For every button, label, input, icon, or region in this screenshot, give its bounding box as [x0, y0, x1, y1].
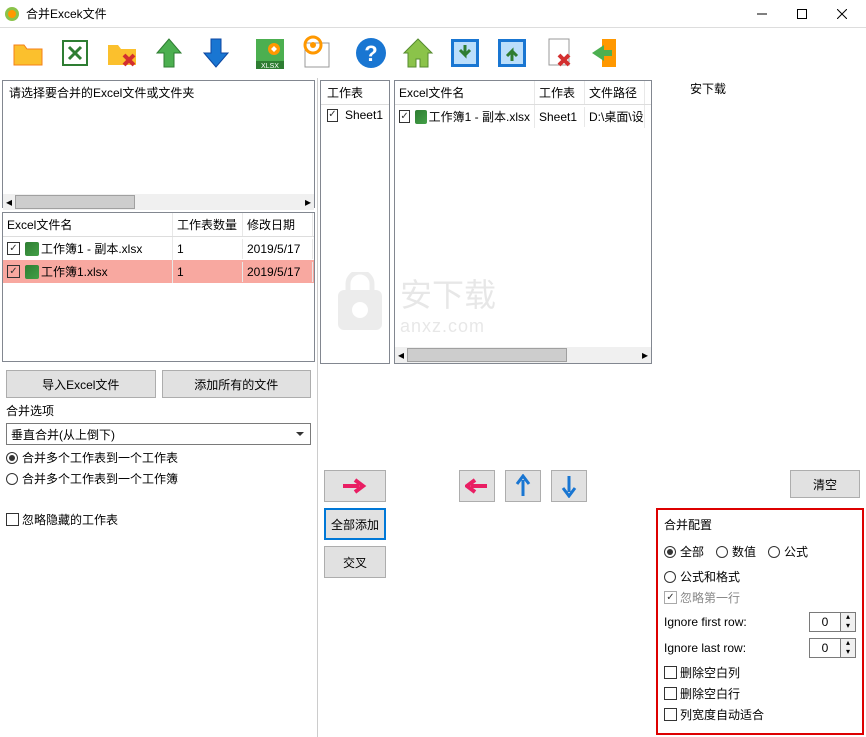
- table-row[interactable]: 工作簿1.xlsx 1 2019/5/17: [3, 260, 314, 283]
- move-up-button[interactable]: [505, 470, 541, 502]
- col-path[interactable]: 文件路径: [585, 81, 645, 104]
- move-down-button[interactable]: [551, 470, 587, 502]
- spinner-down-icon[interactable]: ▾: [841, 648, 855, 657]
- import-excel-button[interactable]: 导入Excel文件: [6, 370, 156, 398]
- home-button[interactable]: [396, 31, 440, 75]
- maximize-button[interactable]: [782, 1, 822, 27]
- col-date[interactable]: 修改日期: [243, 213, 313, 236]
- svg-text:?: ?: [364, 41, 377, 66]
- import-down-button[interactable]: [443, 31, 487, 75]
- spinner-down-icon[interactable]: ▾: [841, 622, 855, 631]
- excel-icon: [25, 265, 39, 279]
- sheet-list-panel: 工作表 Sheet1: [320, 80, 390, 364]
- table-row[interactable]: 工作簿1 - 副本.xlsx 1 2019/5/17: [3, 237, 314, 260]
- remove-button[interactable]: [459, 470, 495, 502]
- merge-to-workbook-radio[interactable]: 合并多个工作表到一个工作簿: [6, 470, 311, 487]
- ignore-first-line-checkbox[interactable]: 忽略第一行: [664, 589, 856, 606]
- clear-button[interactable]: 清空: [790, 470, 860, 498]
- config-formula-radio[interactable]: 公式: [768, 543, 808, 560]
- download-label: 安下载: [690, 80, 726, 97]
- merge-direction-select[interactable]: 垂直合并(从上倒下): [6, 423, 311, 445]
- open-folder-button[interactable]: [6, 31, 50, 75]
- file-table: Excel文件名 工作表数量 修改日期 工作簿1 - 副本.xlsx 1 201…: [2, 212, 315, 362]
- convert-xlsx-button[interactable]: XLSX: [248, 31, 292, 75]
- col-filename[interactable]: Excel文件名: [395, 81, 535, 104]
- settings-button[interactable]: [295, 31, 339, 75]
- table-row[interactable]: 工作簿1 - 副本.xlsx Sheet1 D:\桌面\设: [395, 105, 651, 128]
- cross-button[interactable]: 交叉: [324, 546, 386, 578]
- close-button[interactable]: [822, 1, 862, 27]
- delete-empty-row-checkbox[interactable]: 删除空白行: [664, 685, 856, 702]
- col-sheet[interactable]: 工作表: [535, 81, 585, 104]
- delete-empty-col-checkbox[interactable]: 删除空白列: [664, 664, 856, 681]
- move-up-button[interactable]: [147, 31, 191, 75]
- arrow-up-icon: [515, 474, 531, 498]
- file-table-header: Excel文件名 工作表数量 修改日期: [3, 213, 314, 237]
- help-button[interactable]: ?: [349, 31, 393, 75]
- auto-col-width-checkbox[interactable]: 列宽度自动适合: [664, 706, 856, 723]
- col-sheet-count[interactable]: 工作表数量: [173, 213, 243, 236]
- horizontal-scrollbar[interactable]: ◂ ▸: [395, 347, 651, 363]
- merge-to-sheet-radio[interactable]: 合并多个工作表到一个工作表: [6, 449, 311, 466]
- row-checkbox[interactable]: [7, 242, 20, 255]
- arrow-down-icon: [561, 474, 577, 498]
- ignore-first-row-label: Ignore first row:: [664, 615, 747, 629]
- arrow-left-icon: [465, 478, 489, 494]
- row-checkbox[interactable]: [7, 265, 20, 278]
- window-title: 合并Excek文件: [26, 5, 742, 22]
- spinner-up-icon[interactable]: ▴: [841, 613, 855, 622]
- sheet-item[interactable]: Sheet1: [321, 105, 389, 125]
- ignore-first-row-spinner[interactable]: 0▴▾: [809, 612, 856, 632]
- source-prompt: 请选择要合并的Excel文件或文件夹: [3, 81, 314, 104]
- add-all-button[interactable]: 全部添加: [324, 508, 386, 540]
- add-all-files-button[interactable]: 添加所有的文件: [162, 370, 312, 398]
- svg-text:XLSX: XLSX: [261, 63, 279, 70]
- source-folder-panel: 请选择要合并的Excel文件或文件夹 ◂ ▸: [2, 80, 315, 208]
- main-toolbar: XLSX ?: [0, 28, 866, 78]
- config-value-radio[interactable]: 数值: [716, 543, 756, 560]
- merge-list-header: Excel文件名 工作表 文件路径: [395, 81, 651, 105]
- ignore-last-row-spinner[interactable]: 0▴▾: [809, 638, 856, 658]
- ignore-last-row-label: Ignore last row:: [664, 641, 746, 655]
- merge-options-label: 合并选项: [6, 402, 311, 419]
- ignore-hidden-checkbox[interactable]: 忽略隐藏的工作表: [6, 511, 311, 528]
- spinner-up-icon[interactable]: ▴: [841, 639, 855, 648]
- left-options-panel: 导入Excel文件 添加所有的文件 合并选项 垂直合并(从上倒下) 合并多个工作…: [2, 366, 315, 536]
- exit-button[interactable]: [584, 31, 628, 75]
- config-formula-format-radio[interactable]: 公式和格式: [664, 568, 856, 585]
- minimize-button[interactable]: [742, 1, 782, 27]
- merge-config-panel: 合并配置 全部 数值 公式 公式和格式 忽略第一行 Ignore first r…: [656, 508, 864, 735]
- excel-icon: [415, 110, 427, 124]
- config-all-radio[interactable]: 全部: [664, 543, 704, 560]
- col-filename[interactable]: Excel文件名: [3, 213, 173, 236]
- export-up-button[interactable]: [490, 31, 534, 75]
- horizontal-scrollbar[interactable]: ◂ ▸: [3, 194, 314, 210]
- move-down-button[interactable]: [194, 31, 238, 75]
- delete-doc-button[interactable]: [537, 31, 581, 75]
- remove-folder-button[interactable]: [100, 31, 144, 75]
- config-title: 合并配置: [664, 516, 856, 533]
- add-selected-button[interactable]: [324, 470, 386, 502]
- sheet-checkbox[interactable]: [327, 109, 338, 122]
- row-checkbox[interactable]: [399, 110, 410, 123]
- app-icon: [4, 6, 20, 22]
- arrow-right-icon: [341, 478, 369, 494]
- title-bar: 合并Excek文件: [0, 0, 866, 28]
- sheet-header: 工作表: [321, 81, 389, 105]
- open-excel-button[interactable]: [53, 31, 97, 75]
- merge-list-panel: Excel文件名 工作表 文件路径 工作簿1 - 副本.xlsx Sheet1 …: [394, 80, 652, 364]
- excel-icon: [25, 242, 39, 256]
